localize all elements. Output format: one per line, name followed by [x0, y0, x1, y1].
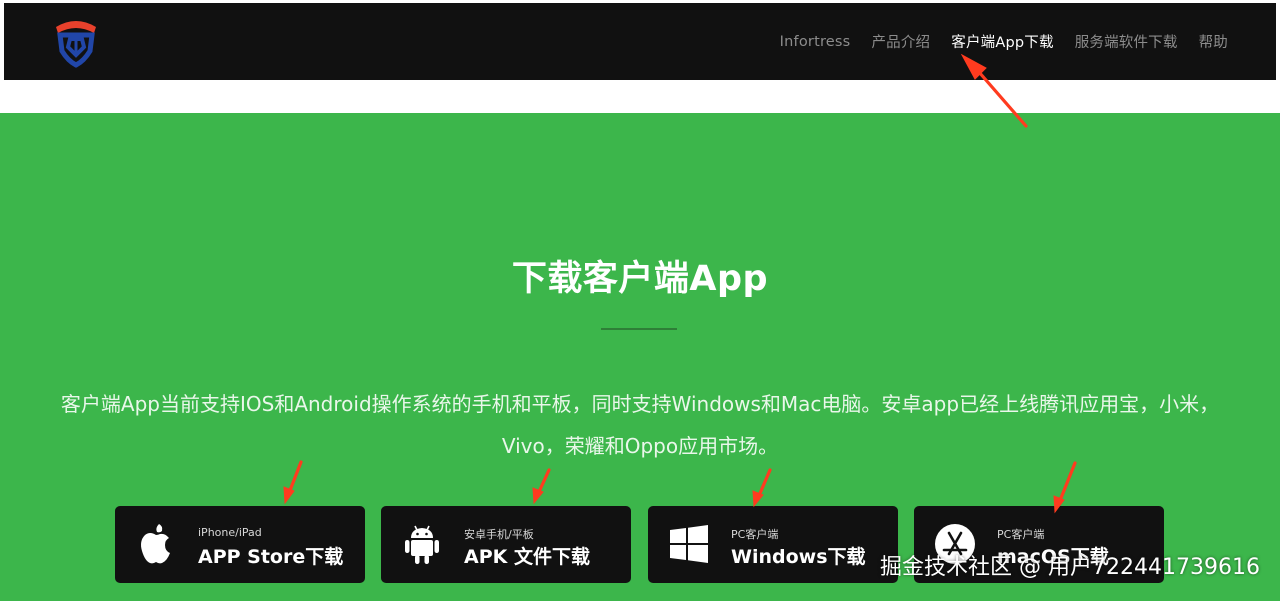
nav-item-help[interactable]: 帮助: [1199, 31, 1228, 52]
top-navbar: Infortress 产品介绍 客户端App下载 服务端软件下载 帮助: [4, 3, 1276, 80]
apk-download-button[interactable]: 安卓手机/平板 APK 文件下载: [381, 506, 631, 583]
windows-download-button[interactable]: PC客户端 Windows下载: [648, 506, 898, 583]
download-button-subtitle: 安卓手机/平板: [464, 528, 534, 541]
download-button-label: Windows下载: [731, 546, 866, 568]
download-button-subtitle: iPhone/iPad: [198, 526, 262, 539]
download-button-subtitle: PC客户端: [731, 528, 779, 541]
windows-icon: [670, 525, 708, 563]
infortress-logo-icon[interactable]: [50, 17, 102, 69]
download-section: 下载客户端App 客户端App当前支持IOS和Android操作系统的手机和平板…: [0, 113, 1280, 601]
main-nav: Infortress 产品介绍 客户端App下载 服务端软件下载 帮助: [780, 3, 1228, 80]
spacer: [0, 80, 1280, 113]
apple-icon: [141, 524, 170, 564]
app-store-download-button[interactable]: iPhone/iPad APP Store下载: [115, 506, 365, 583]
nav-item-infortress[interactable]: Infortress: [780, 34, 851, 50]
android-icon: [405, 525, 439, 564]
section-title: 下载客户端App: [511, 259, 769, 299]
download-button-label: APK 文件下载: [464, 546, 590, 568]
section-description: 客户端App当前支持IOS和Android操作系统的手机和平板，同时支持Wind…: [60, 392, 1220, 458]
watermark: 掘金技术社区 @ 用户722441739616: [880, 555, 1260, 580]
nav-item-product-intro[interactable]: 产品介绍: [871, 31, 930, 52]
title-divider: [601, 328, 677, 330]
download-button-subtitle: PC客户端: [997, 528, 1045, 541]
download-button-label: APP Store下载: [198, 546, 344, 568]
nav-item-server-software-download[interactable]: 服务端软件下载: [1075, 31, 1178, 52]
nav-item-client-app-download[interactable]: 客户端App下载: [951, 31, 1053, 52]
